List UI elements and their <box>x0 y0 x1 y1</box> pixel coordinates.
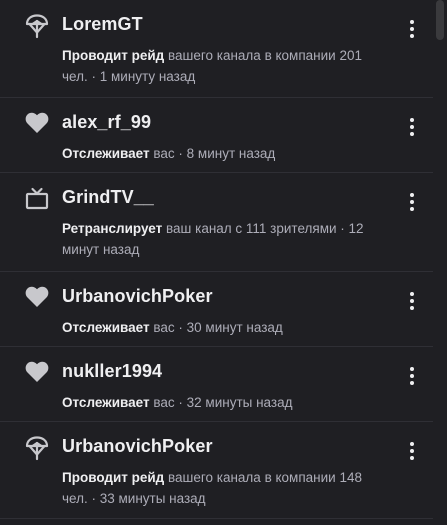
notification-action: Проводит рейд <box>62 48 165 63</box>
notification-item[interactable]: UrbanovichPoker Отслеживает вас · 30 мин… <box>0 272 433 347</box>
notification-description: Отслеживает вас · 8 минут назад <box>62 143 433 164</box>
notification-item[interactable]: alex_rf_99 Отслеживает вас · 8 минут наз… <box>0 98 433 173</box>
more-options-button[interactable] <box>405 364 419 388</box>
notification-action: Проводит рейд <box>62 470 165 485</box>
heart-icon <box>24 284 50 310</box>
more-options-button[interactable] <box>405 439 419 463</box>
separator: · <box>174 146 187 161</box>
notification-time: 30 минут назад <box>186 320 283 335</box>
notification-details: ваш канал с 111 зрителями <box>162 221 337 236</box>
notification-description: Отслеживает вас · 30 минут назад <box>62 317 433 338</box>
notification-item[interactable]: GrindTV__ Ретранслирует ваш канал с 111 … <box>0 173 433 272</box>
separator: · <box>336 221 349 236</box>
notification-item[interactable]: UrbanovichPoker Проводит рейд вашего кан… <box>0 422 433 519</box>
notification-details: вас <box>149 146 175 161</box>
notification-details: вас <box>149 320 175 335</box>
notification-username[interactable]: GrindTV__ <box>62 173 433 209</box>
notification-action: Отслеживает <box>62 320 150 335</box>
separator: · <box>174 320 187 335</box>
raid-icon <box>24 13 50 39</box>
notification-time: 33 минуты назад <box>99 491 206 506</box>
activity-feed: LoremGT Проводит рейд вашего канала в ко… <box>0 0 433 519</box>
notification-time: 1 минуту назад <box>99 69 196 84</box>
notification-item[interactable]: LoremGT Проводит рейд вашего канала в ко… <box>0 0 433 98</box>
notification-time: 32 минуты назад <box>186 395 293 410</box>
notification-action: Ретранслирует <box>62 221 163 236</box>
more-options-button[interactable] <box>405 190 419 214</box>
notification-action: Отслеживает <box>62 146 150 161</box>
notification-description: Ретранслирует ваш канал с 111 зрителями … <box>62 218 433 260</box>
heart-icon <box>24 359 50 385</box>
separator: · <box>174 395 187 410</box>
more-options-button[interactable] <box>405 289 419 313</box>
notification-description: Проводит рейд вашего канала в компании 1… <box>62 467 433 509</box>
heart-icon <box>24 110 50 136</box>
notification-item[interactable]: nukller1994 Отслеживает вас · 32 минуты … <box>0 347 433 422</box>
notification-description: Отслеживает вас · 32 минуты назад <box>62 392 433 413</box>
more-options-button[interactable] <box>405 17 419 41</box>
separator: · <box>87 69 100 84</box>
notification-username[interactable]: UrbanovichPoker <box>62 422 433 458</box>
notification-description: Проводит рейд вашего канала в компании 2… <box>62 45 433 87</box>
notification-action: Отслеживает <box>62 395 150 410</box>
tv-icon <box>24 186 50 212</box>
notification-details: вас <box>149 395 175 410</box>
separator: · <box>87 491 100 506</box>
notification-username[interactable]: LoremGT <box>62 0 433 36</box>
notification-time: 8 минут назад <box>186 146 276 161</box>
notification-username[interactable]: alex_rf_99 <box>62 98 433 134</box>
scrollbar-thumb[interactable] <box>436 0 444 40</box>
notification-username[interactable]: UrbanovichPoker <box>62 272 433 308</box>
scrollbar[interactable] <box>433 0 447 525</box>
raid-icon <box>24 435 50 461</box>
more-options-button[interactable] <box>405 115 419 139</box>
notification-username[interactable]: nukller1994 <box>62 347 433 383</box>
